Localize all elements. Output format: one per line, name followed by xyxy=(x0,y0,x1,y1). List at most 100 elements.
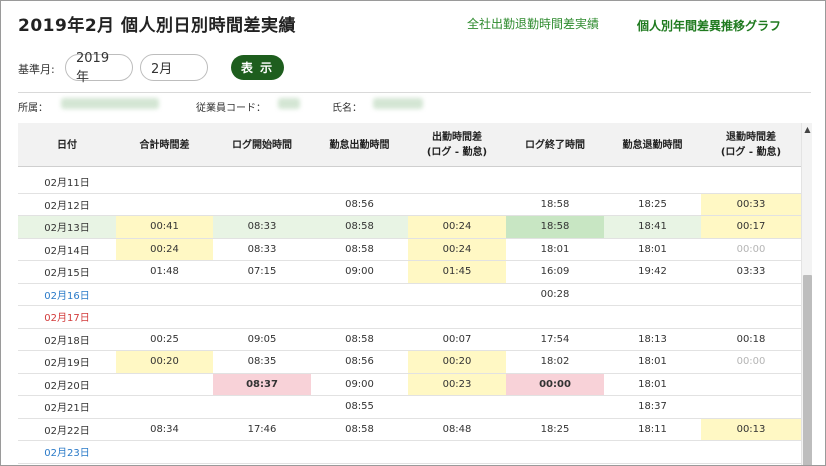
table-row[interactable]: 02月20日 08:37 09:00 00:23 00:00 18:01 xyxy=(18,373,801,396)
table-cell xyxy=(213,441,311,463)
column-header: 勤怠退勤時間 xyxy=(604,123,701,167)
table-cell: 08:56 xyxy=(345,198,374,210)
table-row[interactable]: 02月21日 08:55 18:37 xyxy=(18,396,801,419)
table-cell xyxy=(506,306,604,328)
table-cell xyxy=(701,441,801,463)
table-cell: 00:00 xyxy=(736,243,766,255)
table-cell: 08:58 xyxy=(345,333,374,345)
table-cell: 18:01 xyxy=(540,243,570,255)
company-time-diff-link[interactable]: 全社出勤退勤時間差実績 xyxy=(467,15,599,32)
table-row[interactable]: 02月15日 01:48 07:15 09:00 01:45 16:09 19:42 03:3… xyxy=(18,261,801,284)
year-select[interactable]: 2019年 xyxy=(65,51,133,85)
name-label: 氏名： xyxy=(332,103,362,114)
table-cell: 08:33 xyxy=(247,243,277,255)
table-cell xyxy=(116,194,213,216)
table-cell: 00:20 xyxy=(116,351,213,373)
date-cell: 02月12日 xyxy=(44,200,90,212)
table-cell xyxy=(116,171,213,193)
table-cell xyxy=(408,171,506,193)
table-cell: 08:33 xyxy=(247,221,277,233)
table-cell: 17:46 xyxy=(247,423,277,435)
page-title: 2019年2月 個人別日別時間差実績 xyxy=(18,16,297,36)
table-cell xyxy=(701,396,801,418)
table-cell xyxy=(213,306,311,328)
table-cell xyxy=(213,194,311,216)
table-cell: 19:42 xyxy=(638,266,667,278)
table-cell: 00:28 xyxy=(540,288,570,300)
month-select[interactable]: 2月 xyxy=(140,54,208,81)
table-cell xyxy=(408,306,506,328)
table-cell xyxy=(116,306,213,328)
table-header: 日付 合計時間差 ログ開始時間 勤怠出勤時間 出勤時間差 (ログ - 勤怠) ログ終了時間 勤… xyxy=(18,123,801,167)
scroll-thumb[interactable] xyxy=(803,275,812,465)
table-cell: 18:25 xyxy=(638,198,667,210)
table-scrollbar[interactable]: ▲ xyxy=(801,123,813,465)
table-cell xyxy=(116,374,213,396)
table-cell: 08:34 xyxy=(150,423,179,435)
column-header-line: ログ開始時間 xyxy=(232,139,292,151)
date-cell: 02月18日 xyxy=(44,335,90,347)
date-cell: 02月11日 xyxy=(44,178,90,190)
table-row[interactable]: 02月18日 00:25 09:05 08:58 00:07 17:54 18:13 00:1… xyxy=(18,329,801,351)
table-cell: 00:24 xyxy=(408,216,506,238)
table-row[interactable]: 02月13日 00:41 08:33 08:58 00:24 18:58 18:41 00:1… xyxy=(18,216,801,239)
date-cell: 02月17日 xyxy=(44,313,90,325)
table-cell: 18:01 xyxy=(638,378,667,390)
table-cell xyxy=(408,194,506,216)
table-cell: 18:13 xyxy=(638,333,667,345)
table-cell: 18:01 xyxy=(638,356,667,368)
table-cell: 00:23 xyxy=(408,373,506,395)
column-header-line: (ログ - 勤怠) xyxy=(720,147,782,158)
table-cell: 08:58 xyxy=(345,221,374,233)
app-window: 2019年2月 個人別日別時間差実績 全社出勤退勤時間差実績 個人別年間差異推移… xyxy=(0,0,826,466)
table-cell xyxy=(408,441,506,463)
column-header: 日付 xyxy=(18,123,116,167)
column-header-line: 出勤時間差 xyxy=(432,132,482,143)
table-row[interactable]: 02月11日 xyxy=(18,171,801,194)
table-cell xyxy=(116,441,213,463)
employee-code-label: 従業員コード： xyxy=(196,103,266,114)
table-row[interactable]: 02月19日 00:20 08:35 08:56 00:20 18:02 18:01 00:0… xyxy=(18,351,801,374)
show-button[interactable]: 表 示 xyxy=(231,55,284,80)
scroll-up-arrow-icon[interactable]: ▲ xyxy=(802,125,813,134)
table-cell xyxy=(213,284,311,306)
column-header-line: 日付 xyxy=(57,139,77,151)
table-cell xyxy=(701,374,801,396)
column-header-line: 勤怠出勤時間 xyxy=(329,139,390,151)
table-cell: 00:00 xyxy=(736,356,766,368)
table-row[interactable]: 02月22日 08:34 17:46 08:58 08:48 18:25 18:11 00:1… xyxy=(18,418,801,441)
table-cell: 08:55 xyxy=(345,401,374,413)
table-cell: 08:37 xyxy=(213,373,311,395)
table-body: 02月11日 02月12日 08:56 18:58 18:25 00:33 02月13日 00… xyxy=(18,171,801,464)
table-cell xyxy=(311,306,408,328)
table-row[interactable]: 02月17日 xyxy=(18,306,801,329)
table-cell: 00:25 xyxy=(150,333,179,345)
table-cell xyxy=(604,306,701,328)
date-cell: 02月21日 xyxy=(44,403,90,415)
table-cell: 00:24 xyxy=(116,238,213,260)
table-row[interactable]: 02月12日 08:56 18:58 18:25 00:33 xyxy=(18,193,801,216)
table-cell: 09:05 xyxy=(247,333,277,345)
table-cell: 09:00 xyxy=(345,266,374,278)
table-cell: 18:58 xyxy=(540,198,570,210)
table-cell: 09:00 xyxy=(345,378,374,390)
table-row[interactable]: 02月23日 xyxy=(18,441,801,464)
table-cell: 17:54 xyxy=(540,333,570,345)
table-cell: 08:48 xyxy=(442,423,472,435)
table-cell: 00:20 xyxy=(408,351,506,373)
column-header: 勤怠出勤時間 xyxy=(311,123,408,167)
table-cell: 00:07 xyxy=(442,333,472,345)
column-header-line: (ログ - 勤怠) xyxy=(426,147,488,158)
table-row[interactable]: 02月14日 00:24 08:33 08:58 00:24 18:01 18:01 00:0… xyxy=(18,238,801,261)
date-cell: 02月13日 xyxy=(44,223,90,235)
base-month-label: 基準月: xyxy=(18,63,55,76)
column-header: ログ開始時間 xyxy=(213,123,311,167)
table-row[interactable]: 02月16日 00:28 xyxy=(18,284,801,306)
date-cell: 02月14日 xyxy=(44,245,90,257)
annual-trend-graph-link[interactable]: 個人別年間差異推移グラフ xyxy=(637,17,781,34)
table-cell: 00:33 xyxy=(701,193,801,215)
table-cell: 08:56 xyxy=(345,356,374,368)
date-cell: 02月15日 xyxy=(44,268,90,280)
table-cell xyxy=(311,171,408,193)
date-cell: 02月16日 xyxy=(44,290,90,302)
